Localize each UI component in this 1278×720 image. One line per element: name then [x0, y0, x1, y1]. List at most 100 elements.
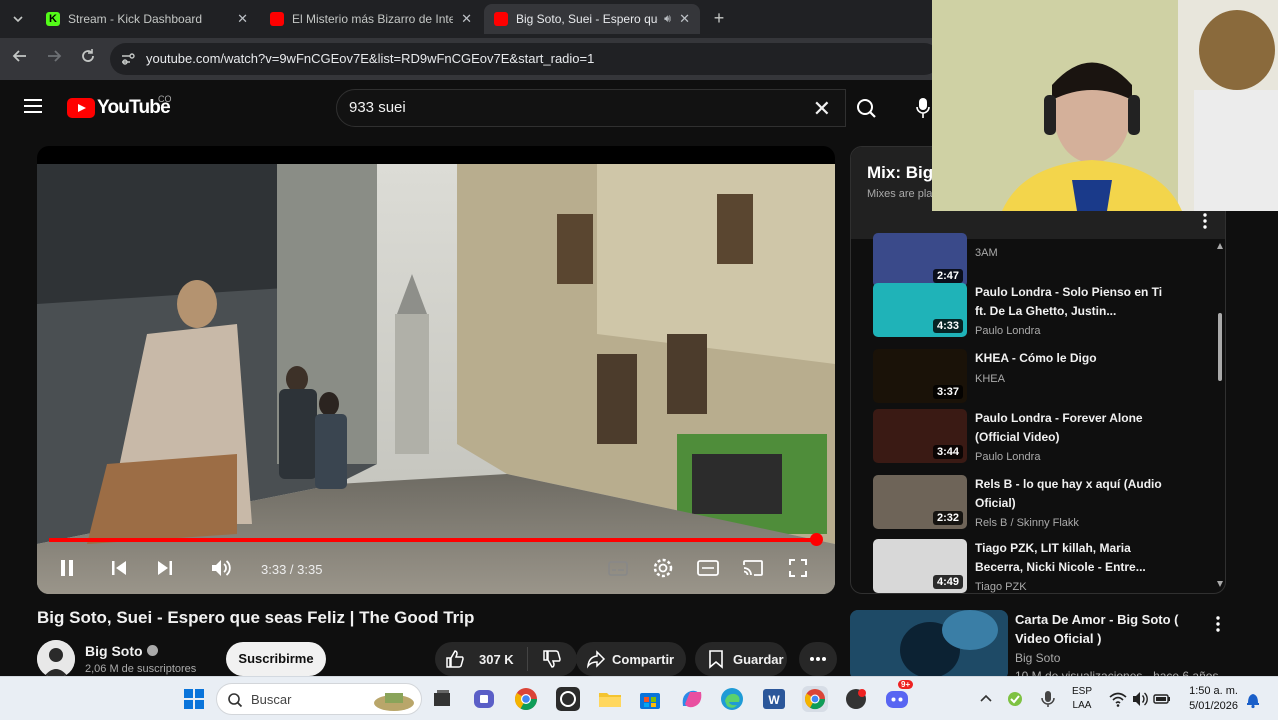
share-icon — [586, 650, 606, 669]
chat-icon[interactable] — [471, 686, 497, 712]
discord-icon — [886, 691, 908, 708]
wifi-icon[interactable] — [1108, 686, 1128, 712]
microphone-tray-icon[interactable] — [1038, 686, 1058, 712]
battery-icon[interactable] — [1152, 686, 1172, 712]
volume-icon[interactable] — [209, 556, 233, 580]
more-vertical-icon[interactable] — [1203, 213, 1207, 229]
recommended-video[interactable]: Carta De Amor - Big Soto ( Video Oficial… — [850, 610, 1230, 683]
close-tab-icon[interactable]: ✕ — [237, 11, 248, 27]
duration-badge: 3:44 — [932, 445, 963, 459]
scrubber-handle[interactable] — [809, 533, 823, 546]
thumbs-down-icon — [543, 650, 561, 668]
menu-icon[interactable] — [24, 99, 42, 113]
browser-tab-misterio[interactable]: El Misterio más Bizarro de Inter ✕ — [260, 4, 482, 34]
speaker-icon[interactable]: 🔊︎ — [664, 13, 671, 26]
mix-subtitle: Mixes are pla — [867, 188, 933, 200]
taskbar-search[interactable]: Buscar — [216, 683, 422, 715]
tab-title: Stream - Kick Dashboard — [68, 12, 203, 26]
site-info-icon[interactable] — [120, 51, 136, 67]
mix-item[interactable]: 3:44 Paulo Londra - Forever Alone (Offic… — [873, 409, 1173, 465]
tab-title: Big Soto, Suei - Espero que — [516, 12, 659, 26]
system-clock[interactable]: 1:50 a. m. 5/01/2026 — [1180, 684, 1238, 714]
pause-icon[interactable] — [55, 556, 79, 580]
youtube-logo[interactable]: YouTube CO — [67, 94, 172, 119]
tray-app-icon[interactable] — [1004, 686, 1026, 712]
input-language[interactable]: ESP LAA — [1064, 685, 1100, 713]
fullscreen-icon[interactable] — [786, 556, 810, 580]
video-frame — [37, 164, 835, 594]
language-code: ESP — [1071, 686, 1092, 697]
like-button[interactable]: 307 K — [435, 649, 527, 669]
more-horizontal-icon — [810, 657, 826, 661]
back-button[interactable] — [9, 48, 31, 70]
duration-badge: 2:47 — [932, 269, 963, 283]
kick-icon: K — [46, 12, 60, 26]
volume-tray-icon[interactable] — [1130, 686, 1150, 712]
task-view-icon[interactable] — [429, 686, 455, 712]
item-title: Rels B - lo que hay x aquí (Audio Oficia… — [975, 477, 1162, 510]
video-thumbnail: 3:37 — [873, 349, 967, 403]
more-actions-button[interactable] — [799, 642, 837, 676]
search-button[interactable] — [846, 89, 886, 127]
search-icon — [228, 693, 243, 708]
item-channel: KHEA — [975, 373, 1005, 385]
close-tab-icon[interactable]: ✕ — [461, 11, 472, 27]
duration-badge: 4:33 — [932, 319, 963, 333]
address-bar[interactable]: youtube.com/watch?v=9wFnCGEov7E&list=RD9… — [110, 43, 940, 75]
save-button[interactable]: Guardar — [695, 642, 787, 676]
search-box: ✕ — [336, 89, 846, 127]
clear-search-icon[interactable]: ✕ — [813, 96, 831, 122]
browser-tab-kick[interactable]: K Stream - Kick Dashboard ✕ — [36, 4, 258, 34]
youtube-play-icon — [67, 98, 95, 118]
previous-icon[interactable] — [107, 556, 131, 580]
channel-name[interactable]: Big Soto — [85, 643, 143, 659]
verified-icon — [147, 645, 158, 656]
mix-item[interactable]: 3:37 KHEA - Cómo le Digo KHEA — [873, 349, 1173, 405]
next-icon[interactable] — [153, 556, 177, 580]
like-dislike-group: 307 K — [435, 642, 577, 676]
microsoft-store-icon[interactable] — [637, 686, 663, 712]
file-explorer-icon[interactable] — [597, 686, 623, 712]
discord-button[interactable]: 9+ — [884, 680, 914, 712]
save-label: Guardar — [733, 651, 784, 667]
video-player[interactable]: 3:33 / 3:35 — [37, 146, 835, 594]
close-tab-icon[interactable]: ✕ — [679, 11, 690, 27]
chevron-up-icon[interactable] — [976, 686, 996, 712]
tab-search-button[interactable] — [6, 8, 30, 30]
progress-bar[interactable] — [49, 533, 823, 546]
search-input[interactable] — [349, 99, 789, 116]
video-thumbnail: 2:32 — [873, 475, 967, 529]
forward-button[interactable] — [43, 48, 65, 70]
reload-button[interactable] — [77, 48, 99, 70]
channel-avatar[interactable] — [37, 640, 75, 678]
stream-deck-icon[interactable] — [843, 686, 869, 712]
new-tab-button[interactable]: + — [708, 8, 730, 30]
chrome-active-icon[interactable] — [802, 686, 828, 712]
mix-item[interactable]: 4:49 Tiago PZK, LIT killah, Maria Becerr… — [873, 539, 1173, 593]
microphone-icon[interactable] — [916, 97, 930, 119]
subtitles-icon[interactable] — [606, 556, 630, 580]
subscribe-button[interactable]: Suscribirme — [226, 642, 326, 676]
word-icon[interactable]: W — [761, 686, 787, 712]
settings-gear-icon[interactable] — [651, 556, 675, 580]
mix-title[interactable]: Mix: Big — [867, 163, 933, 183]
edge-icon[interactable] — [719, 686, 745, 712]
mix-item[interactable]: 2:47 3AM — [873, 233, 1173, 289]
search-icon — [857, 99, 876, 118]
cast-icon[interactable] — [741, 556, 765, 580]
notification-bell-icon[interactable] — [1244, 686, 1262, 712]
browser-tab-big-soto[interactable]: Big Soto, Suei - Espero que 🔊︎ ✕ — [484, 4, 700, 34]
windows-start-icon[interactable] — [181, 686, 207, 712]
copilot-icon[interactable] — [679, 686, 705, 712]
theater-mode-icon[interactable] — [696, 556, 720, 580]
more-vertical-icon[interactable] — [1216, 616, 1220, 632]
video-title: Big Soto, Suei - Espero que seas Feliz |… — [37, 608, 475, 627]
dislike-button[interactable] — [528, 649, 576, 669]
playlist-scrollbar[interactable] — [1217, 243, 1223, 587]
chrome-icon[interactable] — [513, 686, 539, 712]
mix-item[interactable]: 2:32 Rels B - lo que hay x aquí (Audio O… — [873, 475, 1173, 531]
mix-item[interactable]: 4:33 Paulo Londra - Solo Pienso en Ti ft… — [873, 283, 1173, 339]
obs-icon[interactable] — [555, 686, 581, 712]
duration-badge: 4:49 — [932, 575, 963, 589]
share-button[interactable]: Compartir — [576, 642, 686, 676]
